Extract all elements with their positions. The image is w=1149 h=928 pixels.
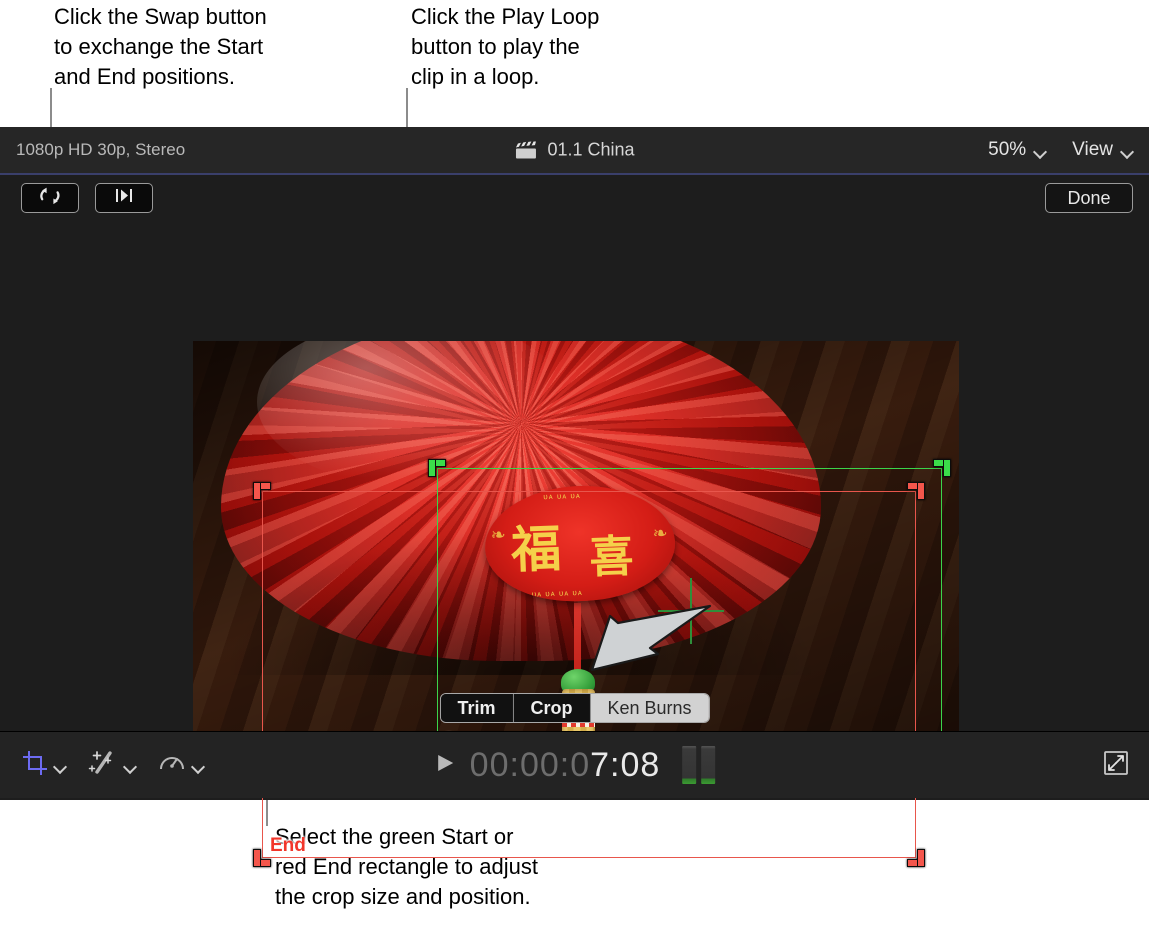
crop-icon (22, 750, 48, 781)
titlebar-right-controls: 50% View (988, 139, 1133, 161)
audio-meters (682, 746, 715, 784)
callout-rectangles-text: Select the green Start or red End rectan… (275, 822, 675, 912)
chevron-down-icon[interactable] (55, 762, 66, 769)
emblem-flourish-right: ❧ (652, 523, 669, 545)
callout-swap-text: Click the Swap button to exchange the St… (54, 2, 404, 92)
emblem-flourish-left: ❧ (490, 525, 507, 547)
emblem-scroll-bottom: ᴜᴀ ᴜᴀ ᴜᴀ ᴜᴀ (532, 588, 583, 599)
magic-wand-icon (88, 750, 118, 781)
tassel-cord (574, 603, 581, 673)
video-viewer: 福 喜 ᴜᴀ ᴜᴀ ᴜᴀ ᴜᴀ ᴜᴀ ᴜᴀ ᴜᴀ ❧ ❧ (0, 225, 1149, 731)
viewer-titlebar: 1080p HD 30p, Stereo 01.1 China 50% View (0, 127, 1149, 175)
audio-meter-right (701, 746, 715, 784)
zoom-level-label: 50% (988, 139, 1026, 161)
view-label: View (1072, 139, 1113, 161)
chevron-down-icon[interactable] (193, 762, 204, 769)
bottom-toolbar: 00:00:07:08 (0, 731, 1149, 798)
end-handle-bottom-left[interactable] (253, 849, 271, 867)
expand-icon (1103, 763, 1129, 780)
segment-ken-burns[interactable]: Ken Burns (590, 694, 708, 722)
viewer-window: 1080p HD 30p, Stereo 01.1 China 50% View (0, 127, 1149, 800)
speed-tool-button[interactable] (158, 750, 204, 781)
timecode-value[interactable]: 00:00:07:08 (470, 746, 661, 785)
crop-control-strip: Done (0, 175, 1149, 225)
clapperboard-icon (514, 141, 536, 159)
crop-tool-button[interactable] (22, 750, 66, 781)
play-icon[interactable] (434, 752, 456, 779)
timecode-display: 00:00:07:08 (434, 746, 716, 785)
view-dropdown[interactable]: View (1072, 139, 1133, 161)
emblem-scroll-top: ᴜᴀ ᴜᴀ ᴜᴀ (543, 491, 581, 501)
done-button[interactable]: Done (1045, 183, 1133, 213)
segment-trim[interactable]: Trim (440, 694, 513, 722)
callout-loop-text: Click the Play Loop button to play the c… (411, 2, 691, 92)
chevron-down-icon (1122, 147, 1133, 154)
segment-crop[interactable]: Crop (513, 694, 590, 722)
play-loop-icon (112, 188, 136, 208)
chevron-down-icon (1035, 147, 1046, 154)
screenshot-root: Click the Swap button to exchange the St… (0, 0, 1149, 928)
clip-title-group: 01.1 China (514, 140, 634, 161)
swap-button[interactable] (21, 183, 79, 213)
play-loop-button[interactable] (95, 183, 153, 213)
tool-buttons-group (22, 750, 204, 781)
swap-icon (38, 187, 62, 210)
clip-name-label: 01.1 China (547, 140, 634, 161)
zoom-level-dropdown[interactable]: 50% (988, 139, 1046, 161)
emblem-glyph-primary: 福 (510, 509, 562, 583)
audio-meter-left (682, 746, 696, 784)
expand-button[interactable] (1103, 750, 1129, 781)
done-label: Done (1067, 188, 1110, 209)
timecode-lit-part: 7:08 (590, 746, 660, 784)
clip-format-label: 1080p HD 30p, Stereo (16, 140, 185, 160)
chevron-down-icon[interactable] (125, 762, 136, 769)
editing-mode-segmented-control[interactable]: Trim Crop Ken Burns (439, 693, 709, 723)
timecode-dim-part: 00:00:0 (470, 746, 590, 784)
enhance-tool-button[interactable] (88, 750, 136, 781)
speedometer-icon (158, 750, 186, 781)
emblem-glyph-secondary: 喜 (588, 520, 634, 585)
end-handle-bottom-right[interactable] (907, 849, 925, 867)
